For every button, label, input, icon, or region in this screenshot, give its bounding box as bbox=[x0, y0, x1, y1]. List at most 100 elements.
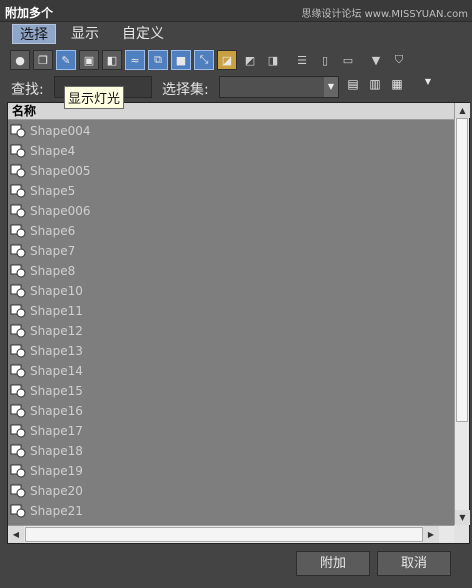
list-a-icon[interactable]: ☰ bbox=[292, 50, 312, 70]
list-item-label: Shape10 bbox=[30, 284, 83, 298]
list-item-label: Shape6 bbox=[30, 224, 76, 238]
shape-object-icon bbox=[10, 344, 26, 358]
chevron-down-icon[interactable]: ▼ bbox=[324, 77, 338, 97]
shape-object-icon bbox=[10, 224, 26, 238]
find-label: 查找: bbox=[11, 82, 44, 98]
select-set-icon[interactable]: ▥ bbox=[367, 77, 383, 96]
select-none-icon[interactable]: ◩ bbox=[240, 50, 260, 70]
attach-button[interactable]: 附加 bbox=[296, 551, 370, 576]
menu-customize[interactable]: 自定义 bbox=[115, 24, 171, 44]
shape-object-icon bbox=[10, 184, 26, 198]
edit-set-icon[interactable]: ▤ bbox=[345, 77, 361, 96]
menu-select[interactable]: 选择 bbox=[12, 24, 56, 44]
scroll-corner bbox=[454, 525, 469, 543]
list-item[interactable]: Shape6 bbox=[8, 221, 455, 241]
shape-object-icon bbox=[10, 204, 26, 218]
list-item[interactable]: Shape20 bbox=[8, 481, 455, 501]
list-item[interactable]: Shape18 bbox=[8, 441, 455, 461]
list-item-label: Shape20 bbox=[30, 484, 83, 498]
filter-list-icon[interactable]: ⛉ bbox=[389, 50, 409, 70]
list-item-label: Shape11 bbox=[30, 304, 83, 318]
list-rows: Shape004 Shape4 Shape005 Shape5 Shape006 Shap… bbox=[8, 121, 455, 525]
list-item-label: Shape15 bbox=[30, 384, 83, 398]
menu-display[interactable]: 显示 bbox=[64, 24, 106, 44]
list-item[interactable]: Shape16 bbox=[8, 401, 455, 421]
list-item-label: Shape7 bbox=[30, 244, 76, 258]
scroll-left-icon[interactable]: ◀ bbox=[8, 526, 24, 543]
list-item-label: Shape13 bbox=[30, 344, 83, 358]
xref-icon[interactable]: ■ bbox=[171, 50, 191, 70]
select-all-icon[interactable]: ◪ bbox=[217, 50, 237, 70]
list-item[interactable]: Shape13 bbox=[8, 341, 455, 361]
list-c-icon[interactable]: ▭ bbox=[338, 50, 358, 70]
bone-icon[interactable]: ⤡ bbox=[194, 50, 214, 70]
shape-object-icon bbox=[10, 144, 26, 158]
scroll-down-icon[interactable]: ▼ bbox=[455, 510, 470, 525]
list-b-icon[interactable]: ▯ bbox=[315, 50, 335, 70]
list-item[interactable]: Shape8 bbox=[8, 261, 455, 281]
list-item[interactable]: Shape10 bbox=[8, 281, 455, 301]
horizontal-scrollbar[interactable]: ◀ ▶ bbox=[8, 525, 455, 543]
tooltip-show-lights: 显示灯光 bbox=[64, 86, 125, 109]
horizontal-scroll-thumb[interactable] bbox=[25, 527, 423, 542]
scroll-right-icon[interactable]: ▶ bbox=[423, 526, 439, 543]
selection-set-dropdown[interactable]: ▼ bbox=[219, 76, 339, 98]
shape-object-icon bbox=[10, 264, 26, 278]
shape-object-icon bbox=[10, 404, 26, 418]
title-bar: 附加多个 思缘设计论坛 www.MISSYUAN.com bbox=[0, 0, 472, 22]
list-item-label: Shape004 bbox=[30, 124, 91, 138]
set-options-icon[interactable]: ▦ bbox=[389, 77, 405, 96]
list-item-label: Shape17 bbox=[30, 424, 83, 438]
list-item[interactable]: Shape5 bbox=[8, 181, 455, 201]
list-item-label: Shape005 bbox=[30, 164, 91, 178]
shape-object-icon bbox=[10, 284, 26, 298]
group-icon[interactable]: ⧉ bbox=[148, 50, 168, 70]
list-item[interactable]: Shape15 bbox=[8, 381, 455, 401]
list-item-label: Shape19 bbox=[30, 464, 83, 478]
collapse-icon[interactable]: ▼ bbox=[420, 77, 436, 96]
list-item[interactable]: Shape12 bbox=[8, 321, 455, 341]
shape-object-icon bbox=[10, 484, 26, 498]
sphere-icon[interactable]: ● bbox=[10, 50, 30, 70]
list-item-label: Shape5 bbox=[30, 184, 76, 198]
list-item-label: Shape16 bbox=[30, 404, 83, 418]
filter-toolbar: ● ❐ ✎ ▣ ◧ ≈ ⧉ ■ ⤡ ◪ ◩ ◨ ☰ ▯ ▭ ▼ ⛉ bbox=[8, 50, 408, 74]
list-item[interactable]: Shape7 bbox=[8, 241, 455, 261]
cancel-button[interactable]: 取消 bbox=[377, 551, 451, 576]
list-item[interactable]: Shape006 bbox=[8, 201, 455, 221]
list-item-label: Shape12 bbox=[30, 324, 83, 338]
copy-icon[interactable]: ❐ bbox=[33, 50, 53, 70]
list-item[interactable]: Shape004 bbox=[8, 121, 455, 141]
list-item[interactable]: Shape11 bbox=[8, 301, 455, 321]
filter-icon[interactable]: ▼ bbox=[366, 50, 386, 70]
space-warp-icon[interactable]: ≈ bbox=[125, 50, 145, 70]
selection-set-label: 选择集: bbox=[162, 82, 209, 98]
list-item-label: Shape006 bbox=[30, 204, 91, 218]
shape-object-icon bbox=[10, 384, 26, 398]
camera-icon[interactable]: ▣ bbox=[79, 50, 99, 70]
watermark-text: 思缘设计论坛 www.MISSYUAN.com bbox=[301, 9, 468, 20]
vertical-scrollbar[interactable]: ▲ ▼ bbox=[454, 103, 470, 525]
invert-icon[interactable]: ◨ bbox=[263, 50, 283, 70]
list-item[interactable]: Shape19 bbox=[8, 461, 455, 481]
shape-object-icon bbox=[10, 424, 26, 438]
list-item[interactable]: Shape17 bbox=[8, 421, 455, 441]
list-item[interactable]: Shape21 bbox=[8, 501, 455, 521]
scroll-up-icon[interactable]: ▲ bbox=[455, 103, 470, 118]
list-item-label: Shape4 bbox=[30, 144, 76, 158]
vertical-scroll-thumb[interactable] bbox=[456, 118, 468, 422]
shape-object-icon bbox=[10, 444, 26, 458]
list-item-label: Shape14 bbox=[30, 364, 83, 378]
menu-bar: 选择 显示 自定义 bbox=[0, 22, 472, 46]
list-item-label: Shape18 bbox=[30, 444, 83, 458]
helper-icon[interactable]: ◧ bbox=[102, 50, 122, 70]
object-list: 名称 Shape004 Shape4 Shape005 Shape5 Shape006 S… bbox=[7, 102, 470, 544]
light-icon[interactable]: ✎ bbox=[56, 50, 76, 70]
list-item[interactable]: Shape005 bbox=[8, 161, 455, 181]
list-item[interactable]: Shape4 bbox=[8, 141, 455, 161]
shape-object-icon bbox=[10, 304, 26, 318]
window-title: 附加多个 bbox=[5, 6, 54, 20]
list-item-label: Shape8 bbox=[30, 264, 76, 278]
shape-object-icon bbox=[10, 464, 26, 478]
list-item[interactable]: Shape14 bbox=[8, 361, 455, 381]
